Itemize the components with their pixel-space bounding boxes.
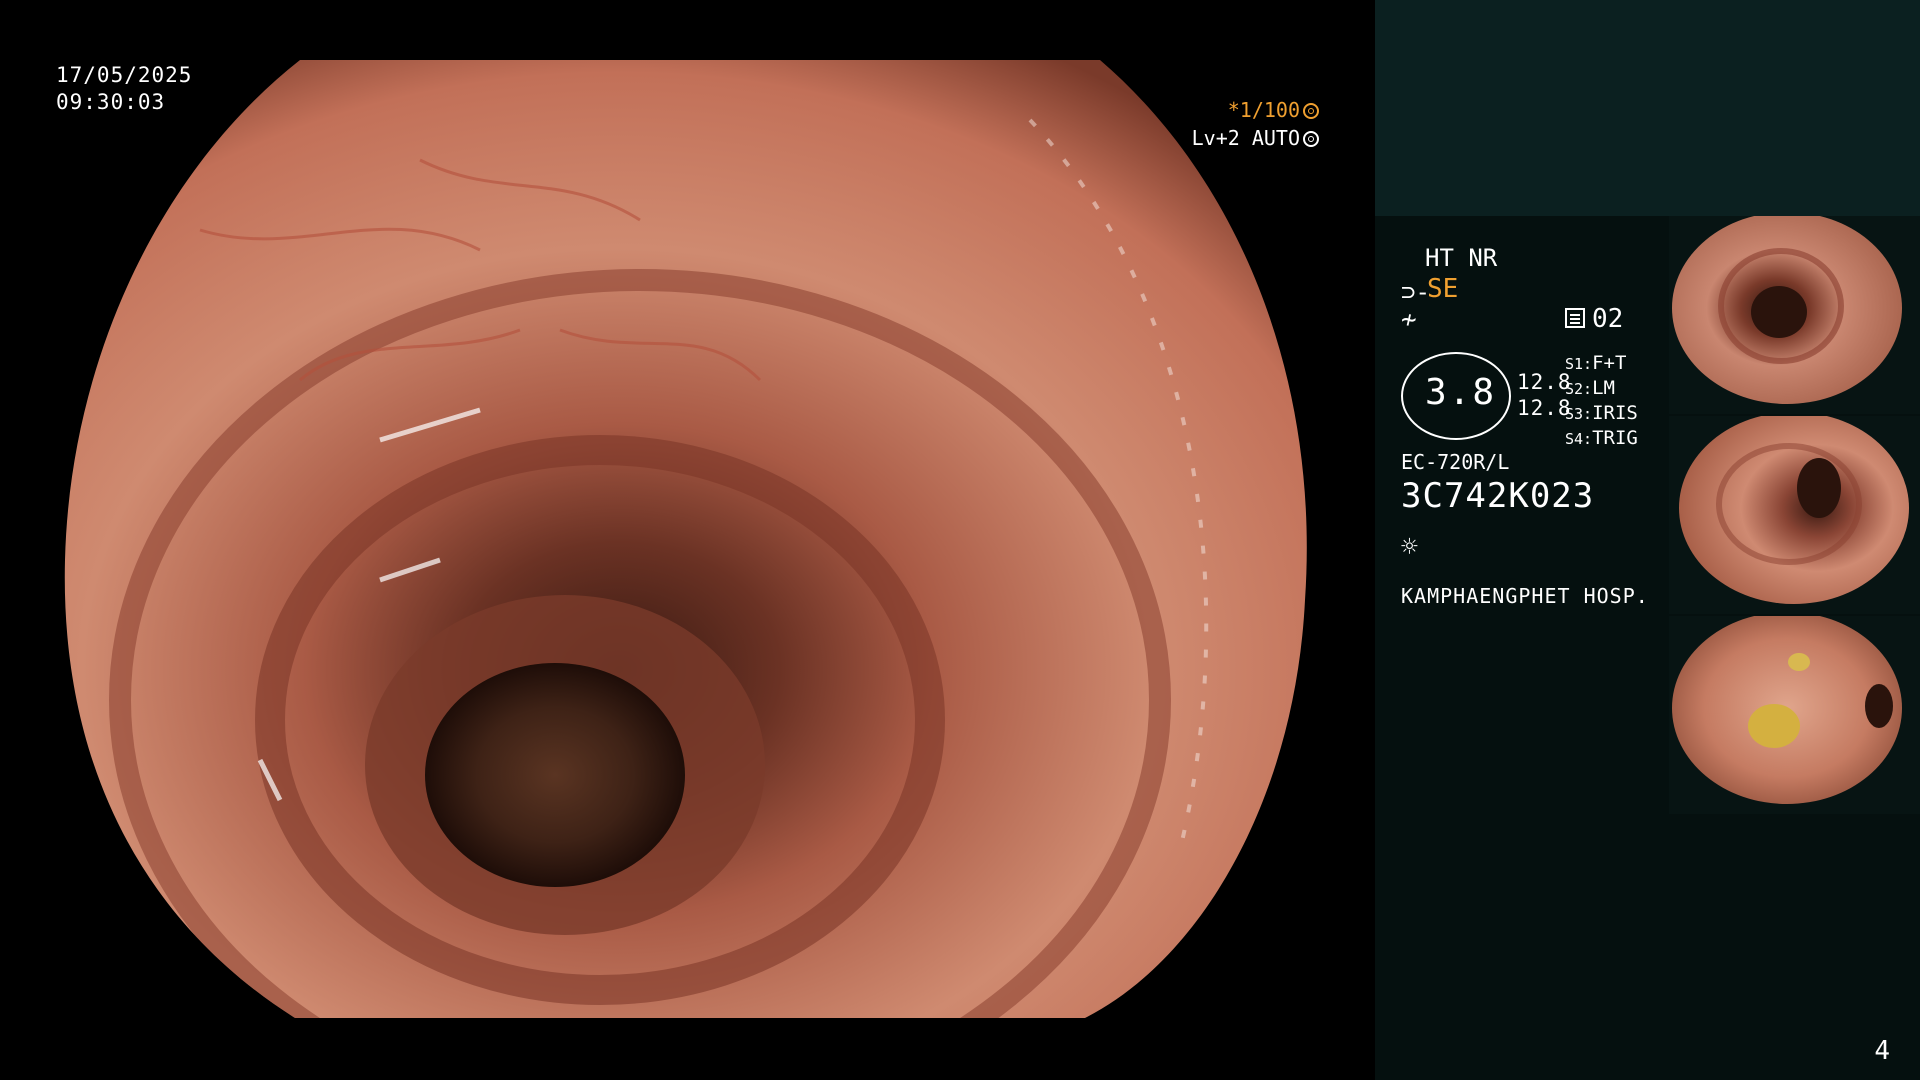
page-number: 4 [1874, 1036, 1890, 1066]
ht-nr-indicator: HT NR [1425, 244, 1498, 272]
switch-assignment-2: S2:LM [1565, 377, 1615, 399]
hospital-name: KAMPHAENGPHET HOSP. [1401, 584, 1649, 608]
capture-thumbnail[interactable] [1669, 616, 1920, 814]
scope-model: EC-720R/L [1401, 450, 1510, 474]
mode-value: 02 [1592, 304, 1624, 334]
se-indicator: SE [1427, 274, 1459, 304]
date-time-readout: 17/05/2025 09:30:03 [56, 62, 192, 116]
shutter-speed-label: *1/100 [1227, 98, 1300, 122]
structure-enhance-icon: ⊃- [1401, 278, 1430, 306]
shutter-speed: *1/100 [1228, 98, 1319, 122]
endoscope-main-view: 17/05/2025 09:30:03 *1/100 Lv+2 AUTO [0, 0, 1375, 1080]
auto-iris-icon [1303, 131, 1319, 147]
zoom-gauge-value: 3.8 [1425, 372, 1497, 413]
gauge-reading-1: 12.8 [1517, 370, 1572, 394]
switch-assignment-1: S1:F+T [1565, 352, 1627, 374]
scope-serial: 3C742K023 [1401, 476, 1595, 516]
capture-thumbnail[interactable] [1669, 216, 1920, 414]
light-source-icon: ☼ [1401, 530, 1418, 563]
switch-assignment-4: S4:TRIG [1565, 427, 1638, 449]
aperture-icon [1303, 103, 1319, 119]
brightness-level-label: Lv+2 AUTO [1191, 126, 1300, 150]
brightness-level: Lv+2 AUTO [1192, 126, 1319, 150]
edge-enhance-icon: ≁ [1401, 305, 1417, 335]
capture-date: 17/05/2025 [56, 63, 193, 87]
endoscopic-image [64, 60, 1307, 1018]
side-panel-header [1375, 0, 1920, 216]
gauge-reading-2: 12.8 [1517, 396, 1572, 420]
capture-thumbnail[interactable] [1669, 416, 1920, 614]
capture-time: 09:30:03 [56, 90, 166, 114]
memory-icon [1565, 308, 1585, 328]
switch-assignment-3: S3:IRIS [1565, 402, 1638, 424]
